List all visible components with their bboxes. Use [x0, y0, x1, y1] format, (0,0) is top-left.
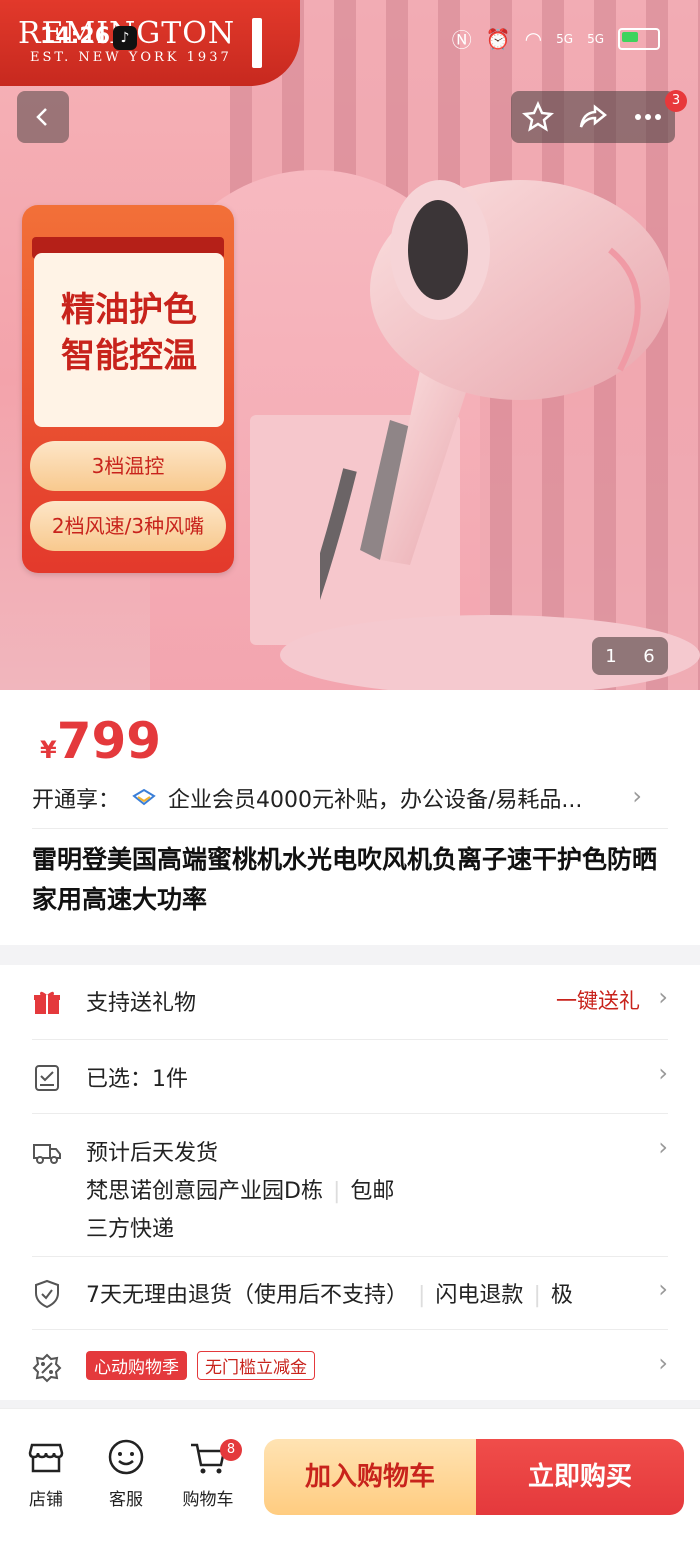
- divider: [32, 1039, 668, 1040]
- gallery-current: 1: [605, 645, 617, 667]
- shipping-info: 预计后天发货 梵思诺创意园产业园D栋 | 包邮 三方快递: [86, 1135, 394, 1249]
- tiktok-icon: ♪: [113, 26, 137, 50]
- truck-icon: [33, 1144, 61, 1164]
- nfc-icon: Ⓝ: [451, 28, 472, 52]
- promo-tags: 心动购物季 无门槛立减金: [86, 1351, 315, 1380]
- promo-headline: 精油护色 智能控温: [34, 287, 224, 379]
- member-label: 开通享：: [32, 788, 121, 813]
- promo-row[interactable]: 心动购物季 无门槛立减金 ›: [32, 1349, 668, 1385]
- bottom-action-bar: 店铺 客服 购物车 8 加入购物车 立即购买: [0, 1408, 700, 1544]
- notification-badge: 3: [665, 90, 687, 112]
- checklist-icon: [35, 1065, 59, 1091]
- status-icons: Ⓝ ⏰ ◠ 5G 5G: [452, 24, 660, 53]
- product-image-gallery[interactable]: REMINGTON EST. NEW YORK 1937 14:26 ♪ Ⓝ ⏰…: [0, 0, 700, 690]
- fast-refund: 闪电退款: [435, 1283, 524, 1308]
- product-title: 雷明登美国高端蜜桃机水光电吹风机负离子速干护色防晒家用高速大功率: [32, 845, 658, 914]
- promo-headline-line2: 智能控温: [61, 336, 197, 376]
- gift-row[interactable]: 支持送礼物 一键送礼 ›: [32, 983, 668, 1021]
- cart-label: 购物车: [182, 1490, 234, 1510]
- separator: |: [418, 1283, 426, 1308]
- cart-count-badge: 8: [220, 1439, 242, 1461]
- gallery-pager: 1 6: [592, 637, 668, 675]
- shipping-carrier: 三方快递: [86, 1217, 175, 1242]
- divider: [32, 1256, 668, 1257]
- returns-more: 极: [550, 1283, 573, 1308]
- shipping-row[interactable]: 预计后天发货 梵思诺创意园产业园D栋 | 包邮 三方快递 ›: [32, 1133, 668, 1245]
- top-actions: [511, 91, 675, 143]
- more-dots-icon[interactable]: [632, 101, 664, 133]
- chevron-right-icon: ›: [632, 782, 642, 810]
- promo-tag-season: 心动购物季: [86, 1351, 187, 1380]
- member-offer[interactable]: 开通享： 企业会员4000元补贴，办公设备/易耗品... ›: [32, 780, 672, 816]
- buy-now-button[interactable]: 立即购买: [476, 1439, 684, 1515]
- separator: |: [533, 1283, 541, 1308]
- hair-dryer-image: [320, 180, 670, 601]
- divider: [32, 828, 668, 829]
- chevron-right-icon: ›: [658, 1275, 668, 1303]
- promo-headline-line1: 精油护色: [61, 290, 197, 330]
- returns-row[interactable]: 7天无理由退货（使用后不支持） | 闪电退款 | 极 ›: [32, 1275, 668, 1311]
- service-label: 客服: [109, 1490, 143, 1510]
- gift-label: 支持送礼物: [86, 991, 197, 1016]
- alarm-icon: ⏰: [485, 26, 511, 51]
- chevron-right-icon: ›: [658, 983, 668, 1011]
- product-info-card: ¥799 开通享： 企业会员4000元补贴，办公设备/易耗品... › 雷明登美…: [0, 690, 700, 945]
- promo-feature-1: 3档温控: [30, 441, 226, 491]
- chevron-right-icon: ›: [658, 1059, 668, 1087]
- free-shipping: 包邮: [350, 1179, 395, 1204]
- star-icon[interactable]: [522, 101, 555, 133]
- returns-policy: 7天无理由退货（使用后不支持）: [86, 1283, 408, 1308]
- back-button[interactable]: [17, 91, 69, 143]
- battery-icon: [618, 27, 660, 50]
- chevron-right-icon: ›: [658, 1133, 668, 1161]
- promo-inner: 精油护色 智能控温: [34, 253, 224, 427]
- gallery-total: 6: [643, 645, 655, 667]
- price-currency: ¥: [40, 736, 57, 764]
- add-to-cart-button[interactable]: 加入购物车: [264, 1439, 476, 1515]
- diamond-icon: [132, 788, 156, 806]
- discount-icon: [32, 1353, 62, 1383]
- network-5g-1: 5G: [556, 31, 574, 46]
- promo-tag-coupon: 无门槛立减金: [197, 1351, 315, 1380]
- price-value: 799: [56, 712, 162, 770]
- chevron-right-icon: ›: [658, 1349, 668, 1377]
- shipping-origin: 梵思诺创意园产业园D栋 | 包邮: [86, 1173, 394, 1211]
- shipping-location: 梵思诺创意园产业园D栋: [86, 1179, 323, 1204]
- wifi-icon: ◠: [524, 26, 543, 51]
- member-text: 企业会员4000元补贴，办公设备/易耗品...: [168, 788, 583, 813]
- shop-button[interactable]: 店铺: [6, 1437, 86, 1510]
- selected-label: 已选：1件: [86, 1067, 188, 1092]
- network-5g-2: 5G: [587, 31, 604, 46]
- shop-label: 店铺: [29, 1490, 63, 1510]
- chat-smile-icon: [108, 1439, 144, 1475]
- one-click-gift[interactable]: 一键送礼: [556, 985, 640, 1015]
- chevron-left-icon: [36, 108, 47, 126]
- price: ¥799: [40, 712, 161, 770]
- share-icon[interactable]: [577, 101, 609, 133]
- gift-icon: [34, 991, 60, 1014]
- customer-service-button[interactable]: 客服: [86, 1437, 166, 1510]
- divider: [32, 1113, 668, 1114]
- product-details: 支持送礼物 一键送礼 › 已选：1件 › 预计后天发货 梵思诺创意园产业园D栋 |…: [0, 965, 700, 1400]
- store-icon: [28, 1443, 64, 1473]
- status-time: 14:26: [40, 24, 111, 49]
- selected-row[interactable]: 已选：1件 ›: [32, 1059, 668, 1095]
- shipping-eta: 预计后天发货: [86, 1141, 219, 1166]
- separator: |: [332, 1179, 341, 1204]
- promo-feature-2: 2档风速/3种风嘴: [30, 501, 226, 551]
- shield-check-icon: [35, 1279, 59, 1309]
- returns-info: 7天无理由退货（使用后不支持） | 闪电退款 | 极: [86, 1277, 573, 1309]
- divider: [32, 1329, 668, 1330]
- promo-card: 精油护色 智能控温 3档温控 2档风速/3种风嘴: [22, 205, 234, 573]
- status-bar: 14:26 ♪ Ⓝ ⏰ ◠ 5G 5G: [0, 18, 700, 58]
